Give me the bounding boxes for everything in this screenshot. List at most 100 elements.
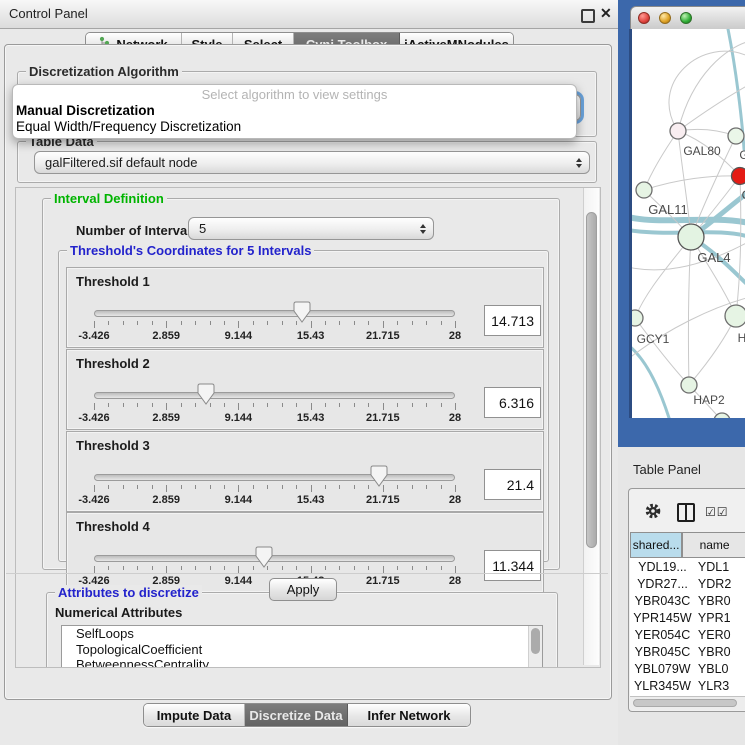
node-gal11[interactable]	[636, 182, 652, 198]
table-row[interactable]: YBR043CYBR0	[630, 592, 745, 609]
tab-impute-data[interactable]: Impute Data	[144, 704, 245, 726]
slider-ticks	[94, 403, 455, 411]
cell-name[interactable]: YPR1	[695, 611, 745, 625]
network-view-canvas[interactable]: GAL80 G C GAL11 GAL4 GCY1 H HAP2	[629, 29, 745, 418]
scrollbar-thumb[interactable]	[531, 628, 540, 654]
node-partial-h[interactable]	[725, 305, 745, 327]
cell-shared-name[interactable]: YDL19...	[630, 560, 695, 574]
maximize-window-icon[interactable]	[680, 12, 692, 24]
num-intervals-label: Number of Intervals	[76, 223, 198, 238]
tick-mark	[238, 403, 239, 410]
num-intervals-combobox[interactable]: 5	[188, 217, 434, 240]
table-row[interactable]: YER054CYER0	[630, 626, 745, 643]
cell-name[interactable]: YBR0	[695, 594, 745, 608]
cell-shared-name[interactable]: YLR345W	[630, 679, 695, 693]
tick-mark	[210, 321, 211, 325]
column-header-name[interactable]: name	[682, 532, 745, 558]
list-item[interactable]: BetweennessCentrality	[62, 657, 542, 668]
cell-shared-name[interactable]: YDR27...	[630, 577, 695, 591]
gear-icon[interactable]	[644, 502, 662, 525]
table-row[interactable]: YPR145WYPR1	[630, 609, 745, 626]
table-row[interactable]: YLR345WYLR3	[630, 677, 745, 694]
threshold-3-slider[interactable]: -3.4262.8599.14415.4321.71528	[94, 465, 455, 507]
tick-mark	[368, 321, 369, 325]
tick-mark	[224, 566, 225, 570]
tick-mark	[339, 403, 340, 407]
column-header-shared-name[interactable]: shared...	[630, 532, 682, 558]
tick-mark	[426, 321, 427, 325]
table-row[interactable]: YBL079WYBL0	[630, 660, 745, 677]
apply-button[interactable]: Apply	[269, 578, 337, 601]
tick-mark	[94, 403, 95, 410]
tab-infer-network[interactable]: Infer Network	[348, 704, 470, 726]
tick-mark	[94, 321, 95, 328]
node-red-selected[interactable]	[732, 168, 745, 185]
threshold-2-value-input[interactable]	[484, 387, 541, 418]
table-data-combobox[interactable]: galFiltered.sif default node	[34, 151, 590, 174]
network-window-titlebar[interactable]	[630, 6, 745, 31]
float-window-icon[interactable]	[581, 9, 595, 23]
scrollbar-thumb[interactable]	[586, 212, 597, 548]
node-gal80[interactable]	[670, 123, 686, 139]
minimize-window-icon[interactable]	[659, 12, 671, 24]
tab-discretize-data[interactable]: Discretize Data	[245, 704, 348, 726]
threshold-1-slider[interactable]: -3.4262.8599.14415.4321.71528	[94, 301, 455, 343]
tick-mark	[108, 403, 109, 407]
node-gcy1[interactable]	[632, 310, 643, 326]
table-row[interactable]: YDR27...YDR2	[630, 575, 745, 592]
cell-shared-name[interactable]: YBR043C	[630, 594, 695, 608]
numerical-attributes-list[interactable]: SelfLoopsTopologicalCoefficientBetweenne…	[61, 625, 543, 668]
slider-track[interactable]	[94, 474, 455, 481]
node-hap2[interactable]	[681, 377, 697, 393]
node-gal4[interactable]	[678, 224, 704, 250]
cell-name[interactable]: YBR0	[695, 645, 745, 659]
table-row[interactable]: YDL19...YDL1	[630, 558, 745, 575]
tick-mark	[238, 566, 239, 573]
dropdown-option-equal-width[interactable]: Equal Width/Frequency Discretization	[13, 119, 576, 135]
cell-name[interactable]: YBL0	[695, 662, 745, 676]
checkbox-icons[interactable]: ☑☑	[705, 505, 729, 519]
slider-track[interactable]	[94, 555, 455, 562]
tick-mark	[181, 321, 182, 325]
tick-mark	[412, 485, 413, 489]
cell-shared-name[interactable]: YBL079W	[630, 662, 695, 676]
horizontal-scrollbar[interactable]	[630, 696, 745, 710]
list-item[interactable]: SelfLoops	[62, 626, 542, 642]
cell-name[interactable]: YLR3	[695, 679, 745, 693]
cell-name[interactable]: YER0	[695, 628, 745, 642]
dropdown-option-manual[interactable]: Manual Discretization	[13, 103, 576, 119]
cell-shared-name[interactable]: YER054C	[630, 628, 695, 642]
node-bottom-partial[interactable]	[714, 413, 730, 418]
close-window-icon[interactable]	[638, 12, 650, 24]
stepper-icon	[576, 158, 582, 168]
tick-mark	[108, 566, 109, 570]
list-item[interactable]: TopologicalCoefficient	[62, 642, 542, 658]
tick-mark	[311, 403, 312, 410]
tick-mark	[166, 403, 167, 410]
table-row[interactable]: YBR045CYBR0	[630, 643, 745, 660]
threshold-1-panel: Threshold 1 -3.4262.8599.14415.4321.7152…	[66, 267, 544, 348]
close-icon[interactable]: ✕	[600, 5, 612, 22]
slider-track[interactable]	[94, 392, 455, 399]
cell-shared-name[interactable]: YBR045C	[630, 645, 695, 659]
tick-mark	[412, 566, 413, 570]
slider-track[interactable]	[94, 310, 455, 317]
node-partial-g[interactable]	[728, 128, 744, 144]
list-scrollbar[interactable]	[528, 626, 542, 668]
cell-name[interactable]: YDR2	[695, 577, 745, 591]
threshold-1-value-input[interactable]	[484, 305, 541, 336]
threshold-3-value-input[interactable]	[484, 469, 541, 500]
cell-shared-name[interactable]: YPR145W	[630, 611, 695, 625]
tick-mark	[224, 485, 225, 489]
scrollbar-thumb[interactable]	[633, 699, 737, 707]
tick-mark	[195, 485, 196, 489]
tick-mark	[195, 403, 196, 407]
tick-label: 28	[449, 412, 461, 424]
threshold-2-slider[interactable]: -3.4262.8599.14415.4321.71528	[94, 383, 455, 425]
tick-mark	[339, 566, 340, 570]
control-panel-titlebar[interactable]: Control Panel ✕	[0, 0, 618, 29]
cell-name[interactable]: YDL1	[695, 560, 745, 574]
table-panel-titlebar[interactable]: Table Panel	[618, 447, 745, 488]
tick-label: 28	[449, 330, 461, 342]
columns-icon[interactable]	[677, 503, 695, 522]
